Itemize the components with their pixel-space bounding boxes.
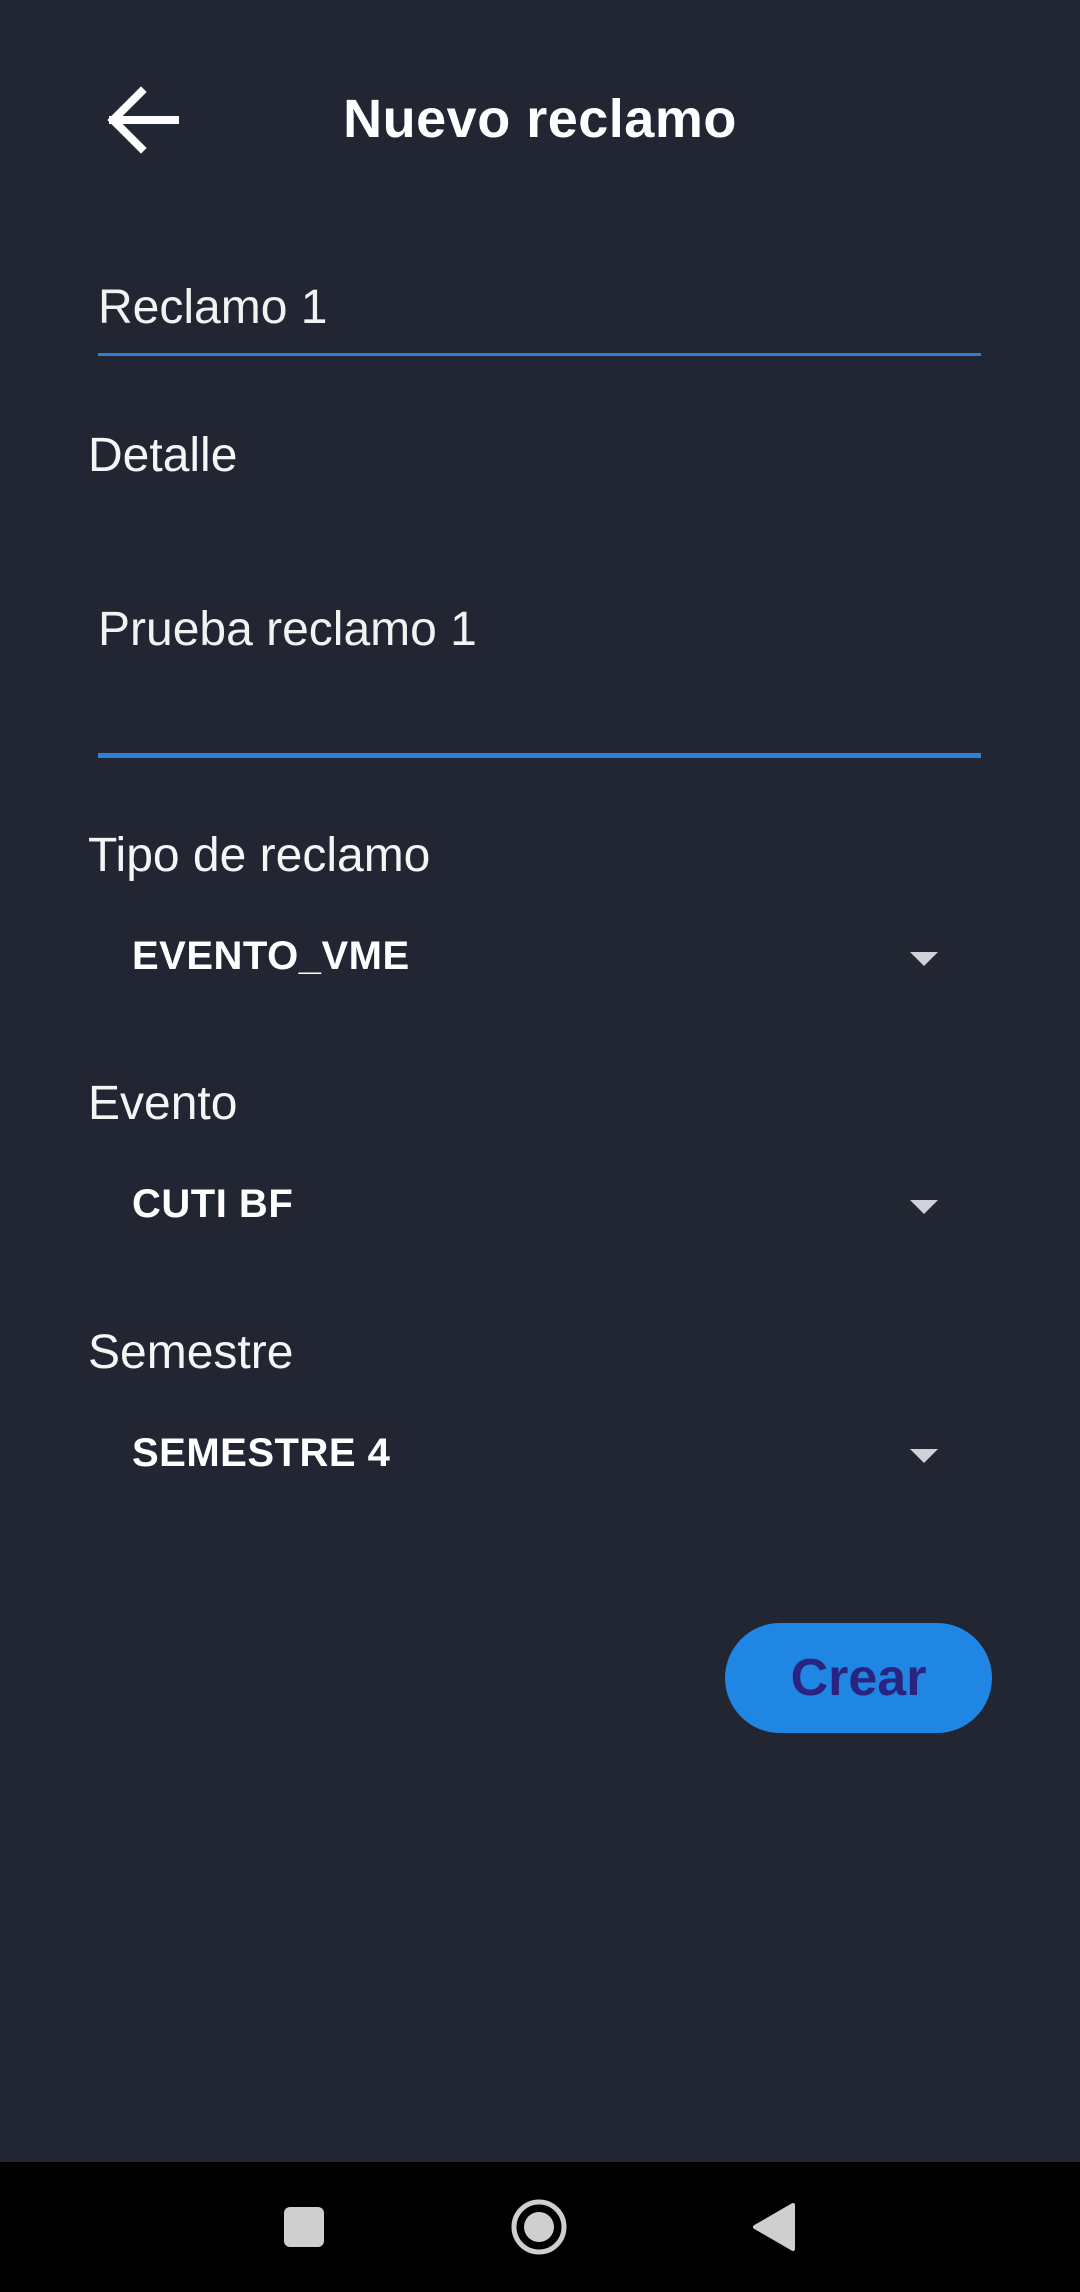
detail-field[interactable]: Prueba reclamo 1 — [98, 590, 981, 758]
chevron-down-icon — [910, 1449, 938, 1463]
chevron-down-icon — [910, 1200, 938, 1214]
chevron-down-icon — [910, 952, 938, 966]
system-back-button[interactable] — [733, 2192, 813, 2262]
semester-selected: SEMESTRE 4 — [132, 1431, 391, 1475]
page-title: Nuevo reclamo — [343, 89, 737, 149]
claim-title-value: Reclamo 1 — [98, 281, 328, 334]
event-selected: CUTI BF — [132, 1182, 294, 1226]
claim-type-label: Tipo de reclamo — [88, 829, 431, 882]
triangle-back-icon — [753, 2203, 795, 2251]
new-claim-screen: Nuevo reclamo Reclamo 1 Detalle Prueba r… — [0, 0, 1080, 2292]
event-dropdown[interactable]: CUTI BF — [88, 1150, 968, 1260]
semester-label: Semestre — [88, 1326, 294, 1379]
detail-underline — [98, 753, 981, 758]
create-button[interactable]: Crear — [725, 1623, 992, 1733]
claim-type-dropdown[interactable]: EVENTO_VME — [88, 902, 968, 1012]
recents-button[interactable] — [264, 2192, 344, 2262]
square-icon — [284, 2207, 324, 2247]
circle-home-icon — [511, 2199, 567, 2255]
detail-label: Detalle — [88, 429, 238, 482]
claim-type-selected: EVENTO_VME — [132, 934, 410, 978]
claim-title-underline — [98, 353, 981, 356]
claim-title-field[interactable]: Reclamo 1 — [98, 270, 981, 356]
semester-dropdown[interactable]: SEMESTRE 4 — [88, 1399, 968, 1509]
detail-value: Prueba reclamo 1 — [98, 603, 477, 656]
home-button[interactable] — [499, 2192, 579, 2262]
system-navigation-bar — [0, 2162, 1080, 2292]
event-label: Evento — [88, 1077, 238, 1130]
